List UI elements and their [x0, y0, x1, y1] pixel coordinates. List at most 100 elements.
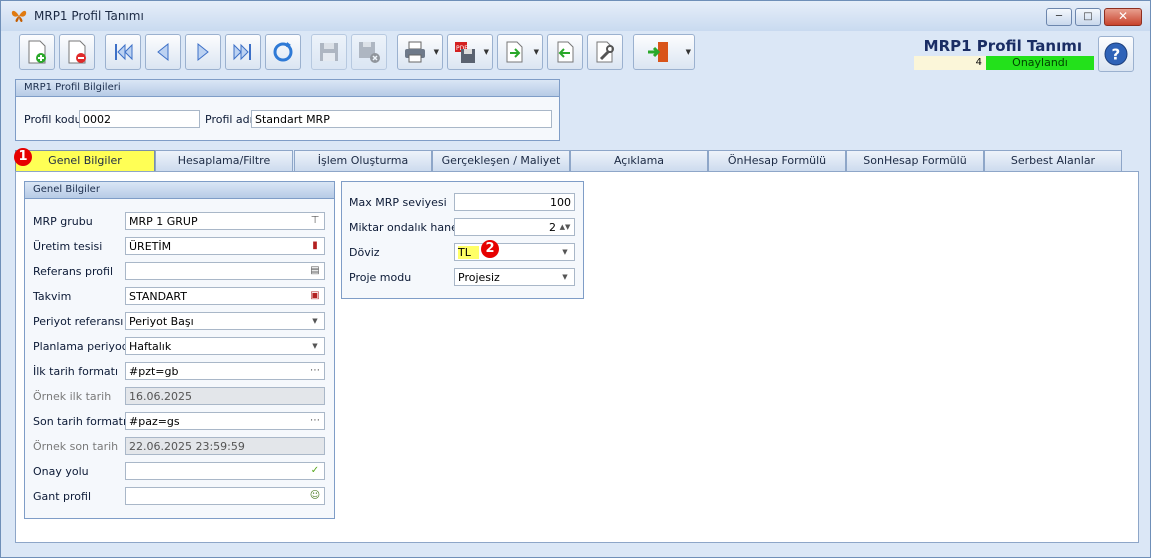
general-info-group: Genel Bilgiler MRP grubu MRP 1 GRUP ⊤ Üre…	[24, 181, 335, 519]
sample-first-date-label: Örnek ilk tarih	[33, 390, 112, 403]
close-button[interactable]: ✕	[1104, 8, 1142, 26]
list-picker-icon[interactable]: ▤	[308, 264, 322, 278]
next-record-icon	[197, 42, 209, 62]
export-icon	[506, 41, 523, 63]
chevron-down-icon[interactable]: ▼	[558, 270, 572, 284]
calendar-icon[interactable]: ▣	[308, 289, 322, 303]
checkmark-icon[interactable]: ✓	[308, 464, 322, 478]
profile-info-title: MRP1 Profil Bilgileri	[16, 80, 559, 97]
save-close-button[interactable]	[351, 34, 387, 70]
last-date-format-input[interactable]: #paz=gs ⋯	[125, 412, 325, 430]
first-record-icon	[115, 43, 133, 61]
svg-text:?: ?	[1112, 46, 1121, 64]
print-dropdown-icon: ▼	[433, 48, 439, 56]
last-record-icon	[233, 43, 251, 61]
minimize-button[interactable]: ─	[1046, 8, 1072, 26]
close-icon: ✕	[1117, 9, 1129, 23]
status-badge: Onaylandı	[986, 56, 1094, 70]
ellipsis-icon[interactable]: ⋯	[308, 414, 322, 428]
settings-tool-button[interactable]	[587, 34, 623, 70]
chevron-down-icon[interactable]: ▼	[308, 314, 322, 328]
first-date-format-input[interactable]: #pzt=gb ⋯	[125, 362, 325, 380]
users-icon[interactable]: ☺	[308, 489, 322, 503]
planning-period-label: Planlama periyodu	[33, 340, 136, 353]
status-bar: 4 Onaylandı	[914, 56, 1094, 70]
record-number: 4	[914, 56, 986, 70]
settings-tool-icon	[596, 41, 614, 63]
chevron-down-icon[interactable]: ▼	[558, 245, 572, 259]
tab-sonhesap-formulu[interactable]: SonHesap Formülü	[846, 150, 984, 171]
approval-path-input[interactable]: ✓	[125, 462, 325, 480]
profile-code-input[interactable]: 0002	[79, 110, 200, 128]
planning-period-select[interactable]: Haftalık ▼	[125, 337, 325, 355]
main-window: MRP1 Profil Tanımı ─ □ ✕ ▼ PDF ▼ ▼ ▼ MRP…	[0, 0, 1151, 558]
general-info-title: Genel Bilgiler	[25, 182, 334, 199]
pdf-export-button[interactable]: PDF ▼	[447, 34, 493, 70]
help-button[interactable]: ?	[1098, 36, 1134, 72]
quantity-decimal-stepper[interactable]: 2 ▲▼	[454, 218, 575, 236]
refresh-button[interactable]	[265, 34, 301, 70]
tab-hesaplama-filtre[interactable]: Hesaplama/Filtre	[155, 150, 293, 171]
tree-picker-icon[interactable]: ⊤	[308, 214, 322, 228]
chevron-down-icon[interactable]: ▼	[308, 339, 322, 353]
last-record-button[interactable]	[225, 34, 261, 70]
butterfly-icon	[11, 10, 27, 22]
delete-document-icon	[68, 40, 86, 64]
profile-code-label: Profil kodu	[24, 113, 82, 126]
maximize-button[interactable]: □	[1075, 8, 1101, 26]
period-reference-label: Periyot referansı	[33, 315, 124, 328]
mrp-group-input[interactable]: MRP 1 GRUP ⊤	[125, 212, 325, 230]
maximize-icon: □	[1083, 11, 1093, 22]
import-button[interactable]	[547, 34, 583, 70]
title-bar: MRP1 Profil Tanımı ─ □ ✕	[1, 1, 1150, 31]
exit-door-icon	[648, 42, 668, 62]
spin-icon[interactable]: ▲▼	[558, 220, 572, 234]
export-dropdown-icon: ▼	[533, 48, 539, 56]
first-record-button[interactable]	[105, 34, 141, 70]
refresh-icon	[273, 42, 293, 62]
next-record-button[interactable]	[185, 34, 221, 70]
reference-profile-input[interactable]: ▤	[125, 262, 325, 280]
calendar-input[interactable]: STANDART ▣	[125, 287, 325, 305]
tab-islem-olusturma[interactable]: İşlem Oluşturma	[294, 150, 432, 171]
exit-button[interactable]: ▼	[633, 34, 695, 70]
print-icon	[405, 41, 425, 63]
annotation-marker-2: 2	[481, 240, 499, 258]
period-reference-select[interactable]: Periyot Başı ▼	[125, 312, 325, 330]
calendar-label: Takvim	[33, 290, 72, 303]
print-button[interactable]: ▼	[397, 34, 443, 70]
max-mrp-level-input[interactable]: 100	[454, 193, 575, 211]
tab-aciklama[interactable]: Açıklama	[570, 150, 708, 171]
window-title: MRP1 Profil Tanımı	[34, 9, 144, 23]
gantt-profile-input[interactable]: ☺	[125, 487, 325, 505]
project-mode-select[interactable]: Projesiz ▼	[454, 268, 575, 286]
factory-icon[interactable]: ▮	[308, 239, 322, 253]
profile-name-input[interactable]: Standart MRP	[251, 110, 552, 128]
currency-select[interactable]: TL ▼	[454, 243, 575, 261]
page-title: MRP1 Profil Tanımı	[923, 37, 1082, 55]
previous-record-icon	[157, 42, 169, 62]
previous-record-button[interactable]	[145, 34, 181, 70]
mrp-group-label: MRP grubu	[33, 215, 93, 228]
header: MRP1 Profil Tanımı	[924, 37, 1082, 55]
tab-onhesap-formulu[interactable]: ÖnHesap Formülü	[708, 150, 846, 171]
new-document-icon	[28, 40, 46, 64]
gantt-profile-label: Gant profil	[33, 490, 92, 503]
tab-serbest-alanlar[interactable]: Serbest Alanlar	[984, 150, 1122, 171]
quantity-decimal-label: Miktar ondalık hanesi	[349, 221, 467, 234]
minimize-icon: ─	[1055, 11, 1063, 22]
production-site-input[interactable]: ÜRETİM ▮	[125, 237, 325, 255]
delete-button[interactable]	[59, 34, 95, 70]
toolbar: ▼ PDF ▼ ▼ ▼	[19, 33, 699, 71]
tab-genel-bilgiler[interactable]: Genel Bilgiler	[15, 150, 155, 172]
save-button[interactable]	[311, 34, 347, 70]
approval-path-label: Onay yolu	[33, 465, 89, 478]
tab-gerceklesen-maliyet[interactable]: Gerçekleşen / Maliyet	[432, 150, 570, 171]
production-site-label: Üretim tesisi	[33, 240, 103, 253]
export-button[interactable]: ▼	[497, 34, 543, 70]
ellipsis-icon[interactable]: ⋯	[308, 364, 322, 378]
sample-first-date-field: 16.06.2025	[125, 387, 325, 405]
new-button[interactable]	[19, 34, 55, 70]
sample-last-date-field: 22.06.2025 23:59:59	[125, 437, 325, 455]
currency-label: Döviz	[349, 246, 380, 259]
